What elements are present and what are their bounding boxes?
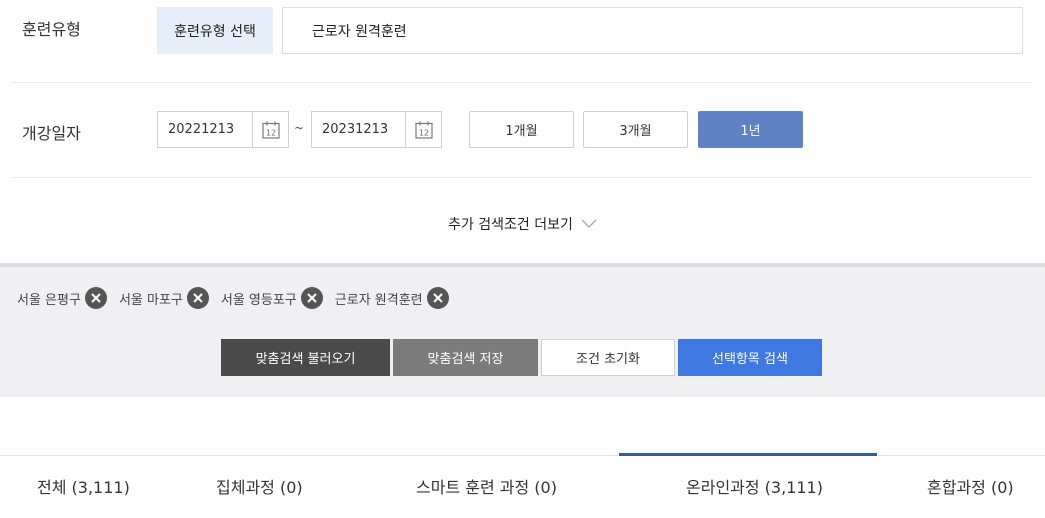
divider bbox=[12, 82, 1033, 83]
training-type-select-button[interactable]: 훈련유형 선택 bbox=[157, 7, 273, 54]
load-custom-search-button[interactable]: 맞춤검색 불러오기 bbox=[221, 339, 390, 376]
remove-icon[interactable] bbox=[186, 287, 209, 309]
more-conditions-toggle[interactable]: 추가 검색조건 더보기 bbox=[0, 213, 1045, 235]
search-selected-button[interactable]: 선택항목 검색 bbox=[678, 339, 822, 376]
calendar-icon[interactable]: 12 bbox=[252, 112, 288, 147]
save-custom-search-button[interactable]: 맞춤검색 저장 bbox=[393, 339, 538, 376]
calendar-icon[interactable]: 12 bbox=[405, 112, 441, 147]
end-date-value: 20231213 bbox=[322, 122, 389, 137]
remove-icon[interactable] bbox=[300, 287, 323, 309]
active-tab-indicator bbox=[619, 453, 877, 456]
reset-conditions-button[interactable]: 조건 초기화 bbox=[541, 339, 675, 376]
tab-online[interactable]: 온라인과정 (3,111) bbox=[686, 474, 823, 498]
calendar-icon-text: 12 bbox=[265, 128, 275, 137]
tab-all[interactable]: 전체 (3,111) bbox=[37, 474, 130, 498]
remove-icon[interactable] bbox=[84, 287, 107, 309]
open-date-label: 개강일자 bbox=[22, 124, 81, 143]
tab-classroom[interactable]: 집체과정 (0) bbox=[216, 474, 303, 498]
chevron-down-icon bbox=[581, 219, 597, 228]
more-conditions-label: 추가 검색조건 더보기 bbox=[448, 217, 573, 233]
condition-chip-label: 서울 마포구 bbox=[118, 292, 183, 308]
tabs-divider bbox=[0, 455, 1045, 456]
start-date-field[interactable]: 20221213 12 bbox=[157, 111, 289, 148]
divider bbox=[12, 177, 1033, 178]
period-3-months-button[interactable]: 3개월 bbox=[583, 111, 688, 148]
selected-conditions-chips: 서울 은평구 서울 마포구 서울 영등포구 근로자 원격훈련 bbox=[17, 287, 449, 309]
tab-blended[interactable]: 혼합과정 (0) bbox=[927, 474, 1014, 498]
period-1-month-button[interactable]: 1개월 bbox=[469, 111, 574, 148]
condition-chip: 서울 마포구 bbox=[119, 287, 209, 309]
start-date-value: 20221213 bbox=[168, 122, 235, 137]
selected-conditions-panel bbox=[0, 263, 1045, 397]
tab-smart-training[interactable]: 스마트 훈련 과정 (0) bbox=[416, 474, 557, 498]
date-separator: ~ bbox=[294, 121, 305, 135]
condition-chip: 서울 은평구 bbox=[17, 287, 107, 309]
condition-chip-label: 서울 영등포구 bbox=[220, 292, 297, 308]
condition-chip-label: 근로자 원격훈련 bbox=[334, 292, 423, 308]
training-type-value[interactable]: 근로자 원격훈련 bbox=[282, 7, 1023, 54]
calendar-icon-text: 12 bbox=[418, 128, 428, 137]
training-type-selected-text: 근로자 원격훈련 bbox=[312, 23, 407, 40]
end-date-field[interactable]: 20231213 12 bbox=[311, 111, 442, 148]
condition-chip: 근로자 원격훈련 bbox=[335, 287, 449, 309]
condition-chip-label: 서울 은평구 bbox=[17, 292, 81, 308]
condition-chip: 서울 영등포구 bbox=[221, 287, 323, 309]
remove-icon[interactable] bbox=[426, 287, 449, 309]
period-1-year-button[interactable]: 1년 bbox=[698, 111, 803, 148]
training-type-label: 훈련유형 bbox=[22, 20, 81, 39]
